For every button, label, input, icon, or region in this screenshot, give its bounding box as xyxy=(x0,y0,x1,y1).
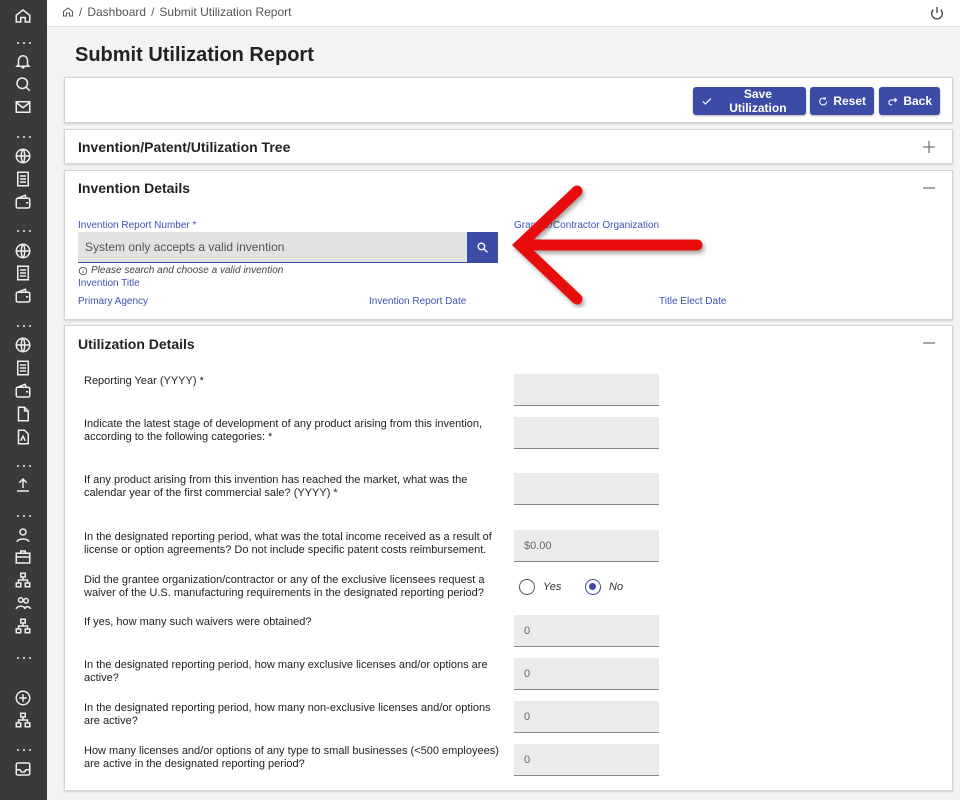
refresh-icon xyxy=(819,96,828,105)
waiver-no-radio[interactable]: No xyxy=(585,579,623,595)
first-commercial-sale-input[interactable] xyxy=(514,473,659,505)
page-title: Submit Utilization Report xyxy=(75,44,314,66)
more-dots-icon[interactable] xyxy=(17,749,31,753)
briefcase-icon[interactable] xyxy=(14,548,32,566)
utilization-details-title: Utilization Details xyxy=(78,336,195,352)
more-dots-icon[interactable] xyxy=(17,325,31,329)
sidebar xyxy=(0,0,47,800)
radio-circle-selected xyxy=(585,579,601,595)
collapse-minus-icon[interactable] xyxy=(922,181,936,195)
document-icon[interactable] xyxy=(14,170,32,188)
power-icon[interactable] xyxy=(929,5,945,21)
reset-label: Reset xyxy=(833,94,866,108)
waiver-yes-radio[interactable]: Yes xyxy=(519,579,561,595)
invention-search-button[interactable] xyxy=(467,232,498,263)
title-elect-date-label: Title Elect Date xyxy=(659,296,727,307)
invention-title-label: Invention Title xyxy=(78,278,140,289)
breadcrumb: / Dashboard / Submit Utilization Report xyxy=(62,5,291,19)
first-commercial-sale-label: If any product arising from this inventi… xyxy=(84,474,468,499)
breadcrumb-separator: / xyxy=(79,5,83,19)
waivers-obtained-input[interactable] xyxy=(514,615,659,647)
more-dots-icon[interactable] xyxy=(17,657,31,661)
wallet-icon[interactable] xyxy=(14,287,32,305)
non-exclusive-licenses-input[interactable] xyxy=(514,701,659,733)
info-icon xyxy=(78,266,88,275)
redo-arrow-icon xyxy=(888,97,898,105)
invention-search-hint: Please search and choose a valid inventi… xyxy=(78,265,283,276)
org-chart-icon[interactable] xyxy=(14,617,32,635)
invention-report-number-label: Invention Report Number * xyxy=(78,220,197,231)
file-icon[interactable] xyxy=(14,405,32,423)
invention-report-number-input[interactable] xyxy=(78,232,468,262)
action-toolbar: Save Utilization Reset Back xyxy=(64,77,953,123)
grantee-organization-label: Grantee/Contractor Organization xyxy=(514,220,660,231)
user-icon[interactable] xyxy=(14,526,32,544)
tree-panel-title: Invention/Patent/Utilization Tree xyxy=(78,139,291,155)
collapse-minus-icon[interactable] xyxy=(922,336,936,350)
non-exclusive-licenses-label: In the designated reporting period, how … xyxy=(84,702,491,727)
org-chart-icon[interactable] xyxy=(14,711,32,729)
invention-report-number-field xyxy=(78,232,468,263)
mail-icon[interactable] xyxy=(14,98,32,116)
reset-button[interactable]: Reset xyxy=(810,87,874,115)
development-stage-input[interactable] xyxy=(514,417,659,449)
inbox-icon[interactable] xyxy=(14,760,32,778)
small-business-licenses-input[interactable] xyxy=(514,744,659,776)
breadcrumb-current: Submit Utilization Report xyxy=(159,5,292,19)
more-dots-icon[interactable] xyxy=(17,230,31,234)
document-icon[interactable] xyxy=(14,264,32,282)
breadcrumb-separator: / xyxy=(151,5,155,19)
waiver-no-label: No xyxy=(609,581,624,593)
waiver-yes-label: Yes xyxy=(543,581,562,593)
org-chart-icon[interactable] xyxy=(14,571,32,589)
radio-circle xyxy=(519,579,535,595)
exclusive-licenses-input[interactable] xyxy=(514,658,659,690)
waiver-request-label: Did the grantee organization/contractor … xyxy=(84,574,485,599)
small-business-licenses-label: How many licenses and/or options of any … xyxy=(84,745,499,770)
invention-details-title: Invention Details xyxy=(78,180,191,196)
breadcrumb-dashboard-link[interactable]: Dashboard xyxy=(87,5,146,19)
reporting-year-input[interactable] xyxy=(514,374,659,406)
save-utilization-label: Save Utilization xyxy=(729,87,787,115)
utilization-details-panel: Utilization Details Reporting Year (YYYY… xyxy=(64,325,953,791)
primary-agency-label: Primary Agency xyxy=(78,296,149,307)
total-income-input[interactable] xyxy=(514,530,659,562)
invention-details-panel: Invention Details Invention Report Numbe… xyxy=(64,170,953,320)
top-bar: / Dashboard / Submit Utilization Report xyxy=(47,0,960,27)
globe-icon[interactable] xyxy=(14,336,32,354)
invention-report-date-label: Invention Report Date xyxy=(369,296,467,307)
search-icon xyxy=(477,242,488,253)
add-circle-icon[interactable] xyxy=(14,689,32,707)
expand-plus-icon[interactable] xyxy=(922,140,936,154)
back-label: Back xyxy=(903,94,932,108)
pdf-file-icon[interactable] xyxy=(14,428,32,446)
more-dots-icon[interactable] xyxy=(17,515,31,519)
total-income-label: In the designated reporting period, what… xyxy=(84,531,492,556)
bell-icon[interactable] xyxy=(14,52,32,70)
reporting-year-label: Reporting Year (YYYY) * xyxy=(84,375,204,387)
waivers-obtained-label: If yes, how many such waivers were obtai… xyxy=(84,616,312,628)
globe-icon[interactable] xyxy=(14,147,32,165)
globe-icon[interactable] xyxy=(14,242,32,260)
invention-tree-panel[interactable]: Invention/Patent/Utilization Tree xyxy=(64,129,953,164)
hint-text: Please search and choose a valid inventi… xyxy=(91,265,284,276)
exclusive-licenses-label: In the designated reporting period, how … xyxy=(84,659,488,684)
home-icon[interactable] xyxy=(62,6,74,18)
chat-search-icon[interactable] xyxy=(14,75,32,93)
back-button[interactable]: Back xyxy=(879,87,940,115)
users-icon[interactable] xyxy=(14,594,32,612)
check-icon xyxy=(702,97,712,105)
wallet-icon[interactable] xyxy=(14,193,32,211)
document-icon[interactable] xyxy=(14,359,32,377)
save-utilization-button[interactable]: Save Utilization xyxy=(693,87,806,115)
development-stage-label: Indicate the latest stage of development… xyxy=(84,418,483,443)
upload-icon[interactable] xyxy=(14,476,32,494)
home-icon[interactable] xyxy=(14,7,32,25)
more-dots-icon[interactable] xyxy=(17,42,31,46)
more-dots-icon[interactable] xyxy=(17,465,31,469)
more-dots-icon[interactable] xyxy=(17,136,31,140)
wallet-icon[interactable] xyxy=(14,382,32,400)
